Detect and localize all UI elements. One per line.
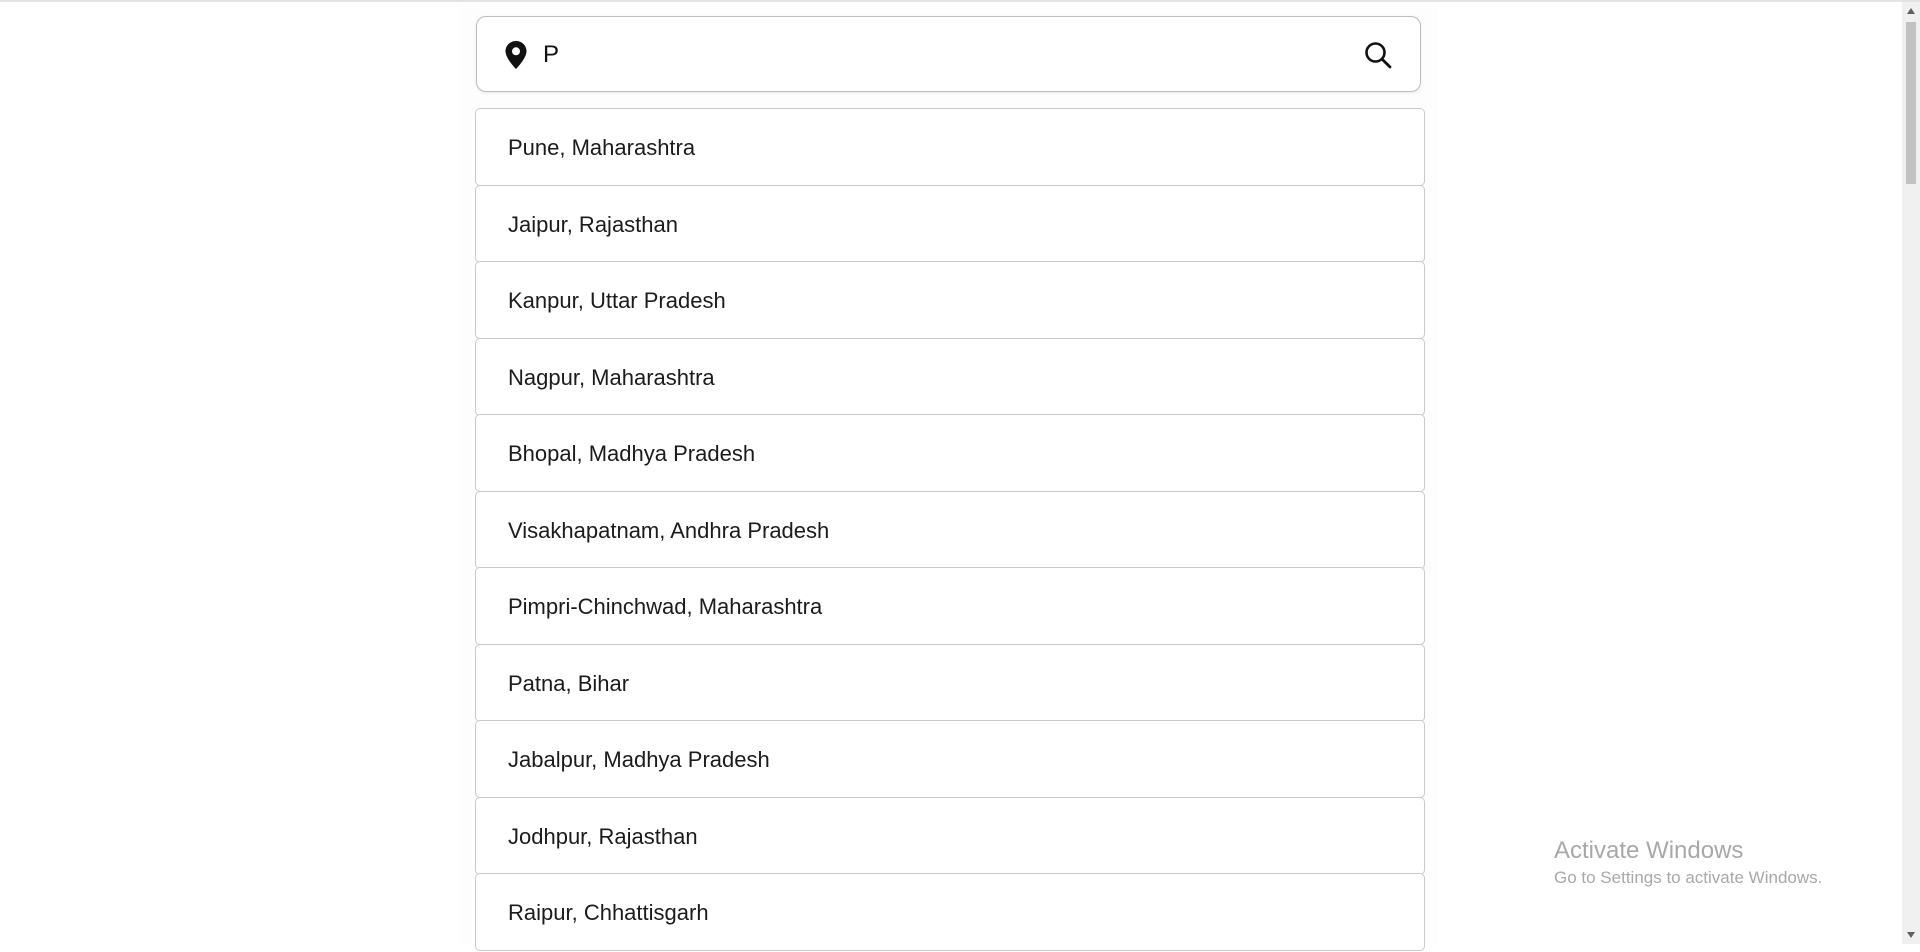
scrollbar-thumb[interactable] — [1906, 22, 1916, 184]
watermark-title: Activate Windows — [1554, 837, 1744, 864]
activate-windows-watermark: Activate Windows Go to Settings to activ… — [1554, 836, 1822, 890]
search-icon[interactable] — [1364, 41, 1392, 69]
suggestion-label: Visakhapatnam, Andhra Pradesh — [508, 517, 830, 543]
location-search-input[interactable] — [543, 35, 1323, 75]
suggestion-item[interactable]: Pune, Maharashtra — [475, 108, 1425, 186]
map-pin-icon — [505, 41, 527, 69]
suggestion-item[interactable]: Kanpur, Uttar Pradesh — [475, 261, 1425, 339]
suggestion-item[interactable]: Pimpri-Chinchwad, Maharashtra — [475, 567, 1425, 645]
suggestion-item[interactable]: Visakhapatnam, Andhra Pradesh — [475, 490, 1425, 569]
suggestion-item[interactable]: Raipur, Chhattisgarh — [475, 873, 1425, 951]
suggestion-label: Bhopal, Madhya Pradesh — [508, 441, 756, 466]
suggestion-label: Jodhpur, Rajasthan — [508, 823, 698, 849]
suggestion-label: Jaipur, Rajasthan — [508, 211, 678, 237]
watermark-subtitle: Go to Settings to activate Windows. — [1554, 868, 1823, 887]
suggestion-item[interactable]: Bhopal, Madhya Pradesh — [475, 414, 1425, 492]
suggestion-label: Nagpur, Maharashtra — [508, 364, 715, 390]
suggestions-list: Pune, Maharashtra Jaipur, Rajasthan Kanp… — [475, 108, 1425, 951]
suggestion-item[interactable]: Patna, Bihar — [475, 643, 1425, 722]
suggestion-label: Pimpri-Chinchwad, Maharashtra — [508, 594, 823, 619]
scroll-down-arrow-icon[interactable] — [1902, 926, 1920, 944]
suggestion-label: Raipur, Chhattisgarh — [508, 900, 709, 925]
suggestion-label: Kanpur, Uttar Pradesh — [508, 288, 726, 313]
suggestion-item[interactable]: Nagpur, Maharashtra — [475, 337, 1425, 416]
vertical-scrollbar[interactable] — [1902, 2, 1920, 944]
suggestion-label: Jabalpur, Madhya Pradesh — [508, 747, 770, 772]
suggestion-label: Patna, Bihar — [508, 670, 630, 696]
suggestion-item[interactable]: Jaipur, Rajasthan — [475, 184, 1425, 263]
scroll-up-arrow-icon[interactable] — [1902, 2, 1920, 20]
suggestion-item[interactable]: Jabalpur, Madhya Pradesh — [475, 720, 1425, 798]
top-divider — [0, 0, 1920, 2]
suggestion-item[interactable]: Jodhpur, Rajasthan — [475, 796, 1425, 875]
suggestion-label: Pune, Maharashtra — [508, 135, 696, 160]
location-search-bar[interactable] — [476, 16, 1421, 92]
